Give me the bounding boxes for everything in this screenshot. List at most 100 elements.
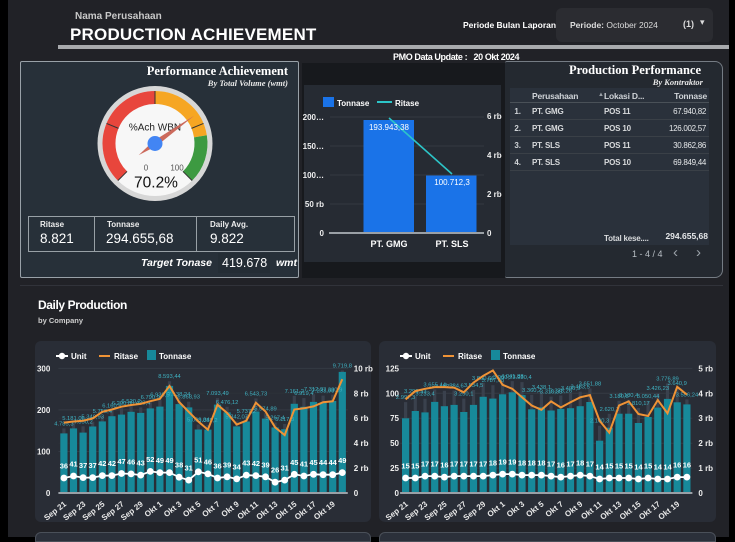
svg-text:36: 36 — [213, 462, 221, 471]
svg-text:70.2%: 70.2% — [134, 175, 178, 192]
svg-text:16: 16 — [440, 461, 448, 470]
svg-text:PT. GMG: PT. GMG — [370, 239, 407, 249]
svg-text:3.050,44: 3.050,44 — [637, 394, 660, 400]
svg-text:18: 18 — [537, 459, 545, 468]
svg-text:31: 31 — [281, 464, 289, 473]
svg-text:Okt 7: Okt 7 — [544, 499, 566, 519]
svg-text:4 rb: 4 rb — [698, 389, 713, 398]
svg-text:0: 0 — [698, 489, 703, 498]
svg-text:15: 15 — [411, 462, 419, 471]
svg-text:17: 17 — [479, 460, 487, 469]
svg-text:0: 0 — [46, 489, 51, 498]
svg-text:PT. SLS: PT. SLS — [435, 239, 468, 249]
svg-text:44: 44 — [329, 458, 338, 467]
svg-text:Okt 1: Okt 1 — [143, 499, 165, 519]
svg-text:100…: 100… — [303, 171, 324, 180]
svg-text:15: 15 — [401, 462, 409, 471]
svg-text:200: 200 — [37, 406, 51, 415]
svg-text:39: 39 — [261, 460, 269, 469]
svg-text:37: 37 — [89, 461, 97, 470]
svg-text:15: 15 — [615, 462, 623, 471]
svg-text:15: 15 — [605, 462, 613, 471]
svg-text:17: 17 — [586, 460, 594, 469]
svg-text:0: 0 — [395, 489, 400, 498]
svg-text:18: 18 — [518, 459, 526, 468]
svg-text:Sep 29: Sep 29 — [462, 499, 488, 522]
svg-text:42: 42 — [98, 459, 106, 468]
svg-text:2 rb: 2 rb — [487, 190, 502, 199]
svg-text:17: 17 — [421, 460, 429, 469]
svg-text:14: 14 — [663, 463, 672, 472]
svg-text:50: 50 — [390, 439, 399, 448]
svg-text:17: 17 — [547, 460, 555, 469]
svg-text:4 rb: 4 rb — [487, 151, 502, 160]
svg-text:6.543,73: 6.543,73 — [245, 391, 268, 397]
svg-text:Okt 7: Okt 7 — [200, 499, 222, 519]
svg-text:3 rb: 3 rb — [698, 414, 713, 423]
svg-text:17: 17 — [450, 460, 458, 469]
svg-text:Okt 19: Okt 19 — [657, 499, 682, 521]
svg-text:17: 17 — [431, 460, 439, 469]
svg-text:16: 16 — [683, 461, 691, 470]
svg-text:100.712,3: 100.712,3 — [434, 178, 470, 187]
svg-text:19: 19 — [508, 458, 516, 467]
svg-text:41: 41 — [300, 460, 308, 469]
svg-text:18: 18 — [528, 459, 536, 468]
svg-text:36: 36 — [60, 462, 68, 471]
svg-text:4 rb: 4 rb — [354, 439, 369, 448]
svg-text:125: 125 — [386, 364, 400, 373]
svg-text:39: 39 — [223, 460, 231, 469]
svg-text:10 rb: 10 rb — [354, 364, 373, 373]
svg-text:Unit: Unit — [415, 352, 431, 361]
svg-text:100: 100 — [170, 164, 184, 173]
svg-text:200…: 200… — [303, 113, 324, 122]
svg-text:300: 300 — [37, 364, 51, 373]
svg-text:25: 25 — [390, 464, 399, 473]
svg-text:100: 100 — [37, 448, 51, 457]
svg-text:49: 49 — [165, 456, 173, 465]
svg-text:37: 37 — [79, 461, 87, 470]
svg-text:6 rb: 6 rb — [354, 414, 369, 423]
svg-text:18: 18 — [576, 459, 584, 468]
svg-text:42: 42 — [108, 459, 116, 468]
svg-text:0: 0 — [354, 489, 359, 498]
svg-text:0: 0 — [320, 229, 325, 238]
svg-text:Tonnase: Tonnase — [159, 352, 192, 361]
svg-text:Okt 1: Okt 1 — [486, 499, 508, 519]
svg-text:18: 18 — [489, 459, 497, 468]
svg-text:6.868,93: 6.868,93 — [177, 395, 200, 401]
svg-text:Okt 5: Okt 5 — [181, 499, 203, 519]
svg-text:34: 34 — [233, 462, 242, 471]
svg-text:0: 0 — [144, 164, 149, 173]
svg-text:193.943,38: 193.943,38 — [369, 123, 410, 132]
svg-text:46: 46 — [204, 457, 212, 466]
svg-text:44: 44 — [319, 458, 328, 467]
svg-text:46: 46 — [127, 457, 135, 466]
svg-text:6 rb: 6 rb — [487, 112, 502, 121]
svg-text:45: 45 — [309, 458, 317, 467]
svg-text:26: 26 — [271, 466, 279, 475]
svg-text:3.556,24: 3.556,24 — [676, 392, 699, 398]
svg-text:9.719,8: 9.719,8 — [333, 363, 352, 369]
svg-text:Ritase: Ritase — [114, 352, 139, 361]
svg-text:Tonnase: Tonnase — [503, 352, 536, 361]
svg-text:50 rb: 50 rb — [305, 200, 324, 209]
svg-text:41: 41 — [69, 460, 77, 469]
svg-text:49: 49 — [338, 456, 346, 465]
svg-text:17: 17 — [566, 460, 574, 469]
svg-text:16: 16 — [673, 461, 681, 470]
svg-text:Ritase: Ritase — [458, 352, 483, 361]
svg-text:45: 45 — [290, 458, 298, 467]
svg-text:Okt 3: Okt 3 — [162, 499, 184, 519]
svg-text:150…: 150… — [303, 142, 324, 151]
svg-text:42: 42 — [252, 459, 260, 468]
svg-text:Okt 3: Okt 3 — [505, 499, 527, 519]
svg-text:Okt 5: Okt 5 — [524, 499, 546, 519]
svg-text:15: 15 — [625, 462, 633, 471]
svg-text:3.930,4: 3.930,4 — [512, 375, 532, 381]
svg-text:31: 31 — [185, 464, 193, 473]
svg-text:16: 16 — [557, 461, 565, 470]
svg-text:Tonnase: Tonnase — [337, 99, 370, 108]
svg-text:0: 0 — [487, 229, 492, 238]
svg-text:17: 17 — [460, 460, 468, 469]
